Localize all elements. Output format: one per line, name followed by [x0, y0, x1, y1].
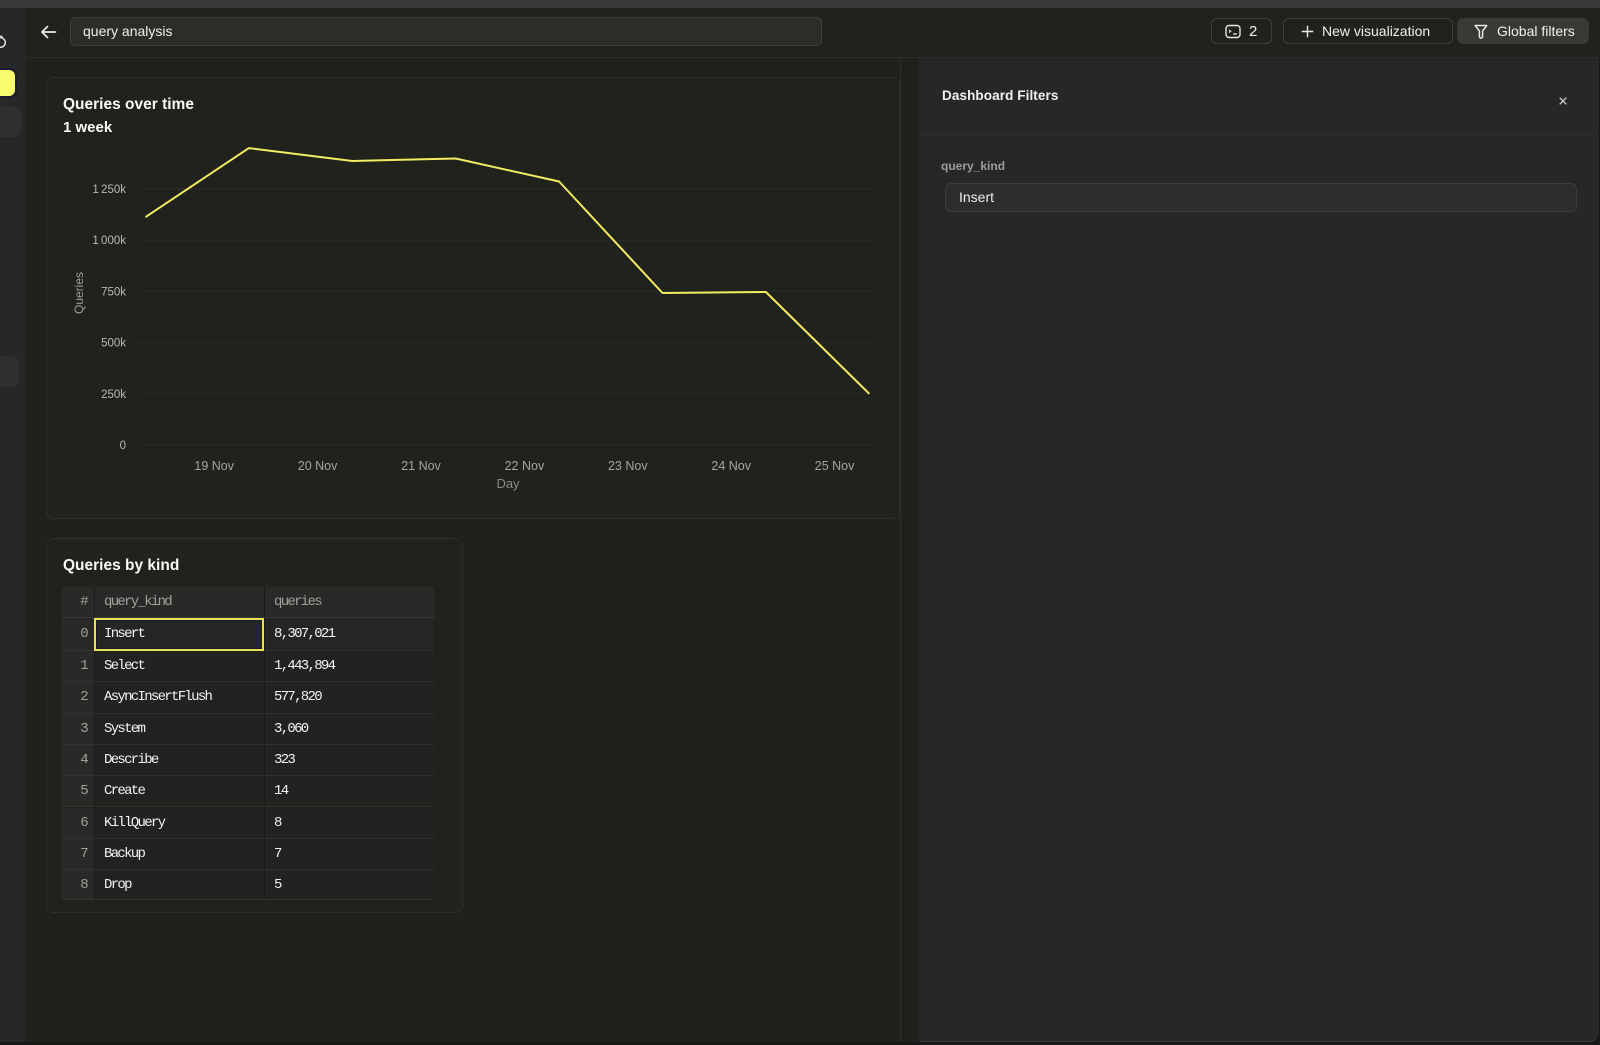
- svg-text:Day: Day: [496, 476, 520, 491]
- svg-text:20 Nov: 20 Nov: [298, 459, 338, 473]
- svg-text:25 Nov: 25 Nov: [815, 459, 855, 473]
- svg-text:750k: 750k: [101, 286, 126, 298]
- svg-text:250k: 250k: [101, 389, 126, 401]
- svg-text:21 Nov: 21 Nov: [401, 459, 441, 473]
- svg-text:500k: 500k: [101, 338, 126, 350]
- svg-text:Queries: Queries: [72, 272, 86, 314]
- svg-text:24 Nov: 24 Nov: [711, 459, 751, 473]
- svg-text:19 Nov: 19 Nov: [194, 459, 234, 473]
- svg-text:1 000k: 1 000k: [92, 235, 126, 247]
- svg-text:1 250k: 1 250k: [92, 184, 126, 196]
- svg-text:22 Nov: 22 Nov: [505, 459, 545, 473]
- svg-text:0: 0: [120, 440, 126, 452]
- svg-text:23 Nov: 23 Nov: [608, 459, 648, 473]
